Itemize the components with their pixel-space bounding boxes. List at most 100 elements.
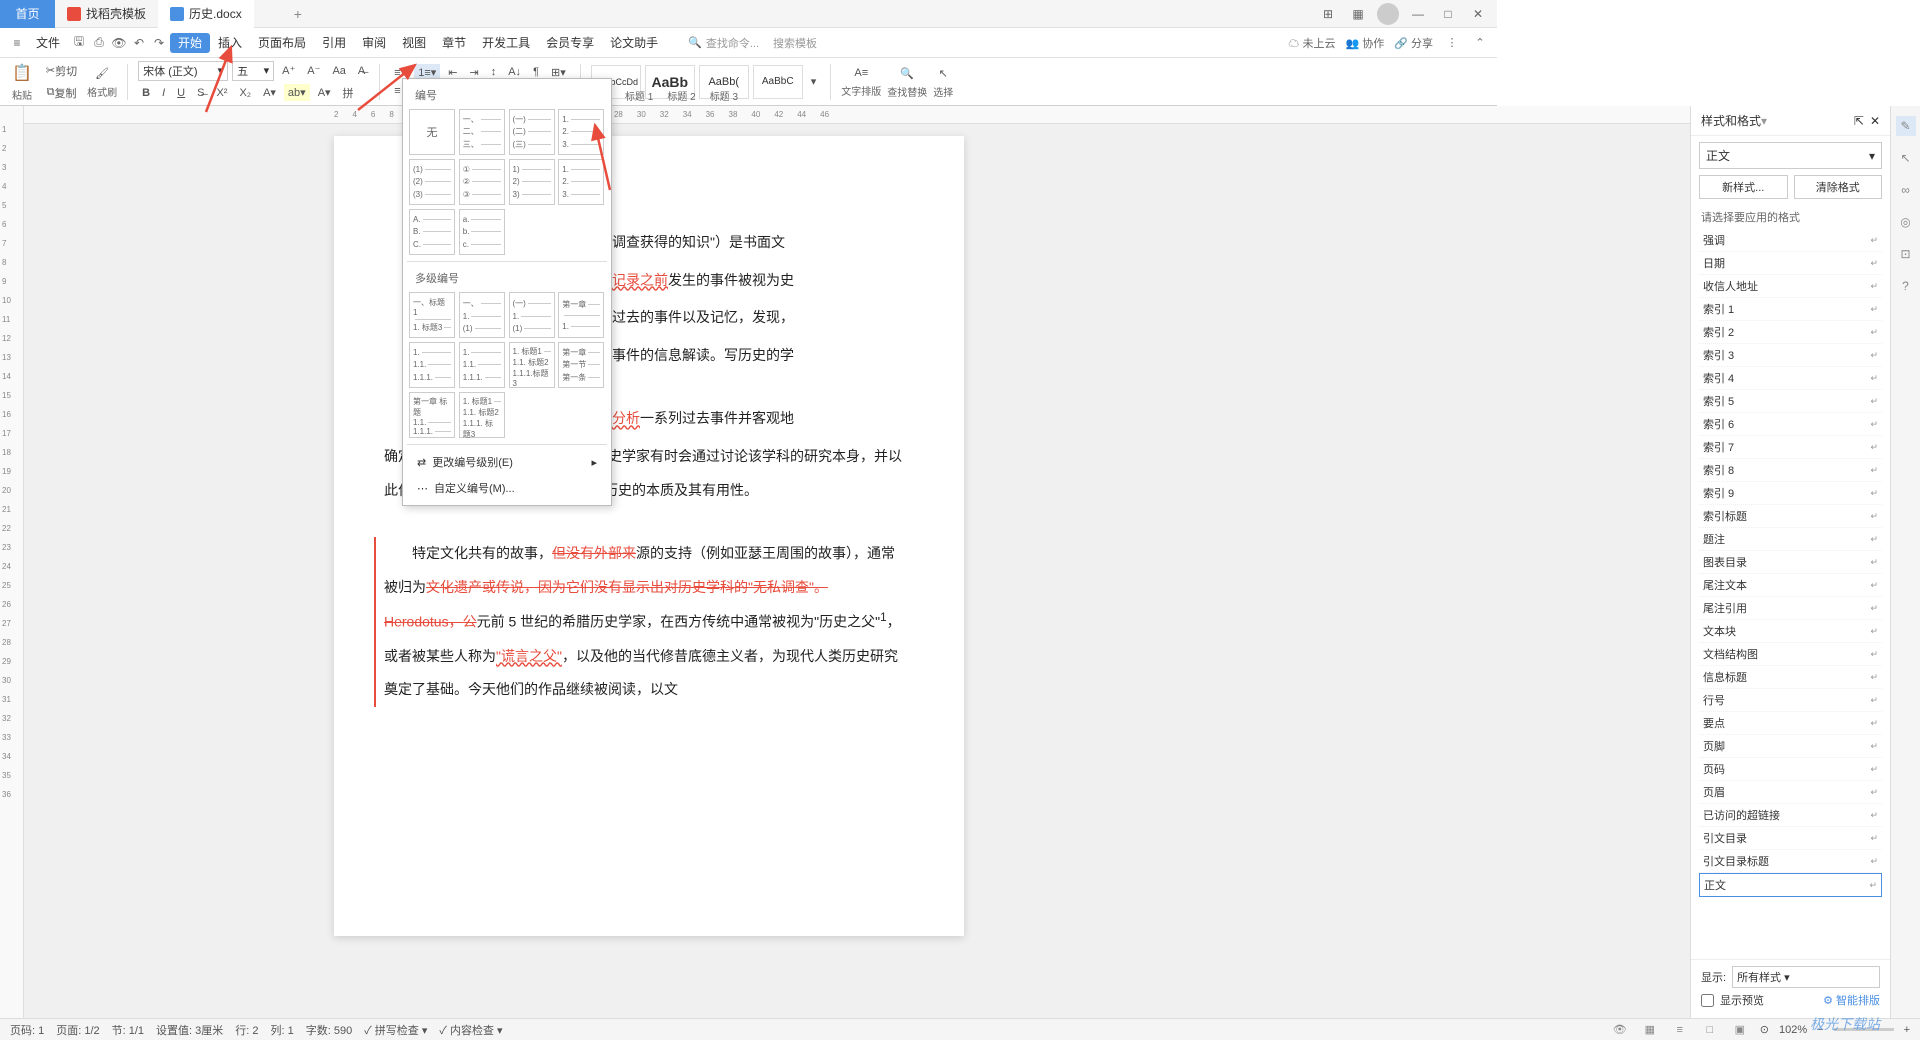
style-item[interactable]: 索引标题↵ xyxy=(1699,505,1882,528)
menu-开始[interactable]: 开始 xyxy=(170,33,210,53)
numbering-preset[interactable]: 1.2.3. xyxy=(558,109,604,155)
numbering-preset[interactable]: 第一章1. xyxy=(558,292,604,338)
status-content[interactable]: ✓ 内容检查 ▾ xyxy=(439,1022,502,1038)
style-item[interactable]: 已访问的超链接↵ xyxy=(1699,804,1882,827)
style-item[interactable]: 引文目录↵ xyxy=(1699,827,1882,850)
numbering-preset[interactable]: 第一章第一节第一条 xyxy=(558,342,604,388)
format-painter-button[interactable]: 🖌 xyxy=(91,65,113,82)
menu-页面布局[interactable]: 页面布局 xyxy=(250,33,314,53)
numbering-preset[interactable]: (1)(2)(3) xyxy=(409,159,455,205)
select-button[interactable]: ↖ xyxy=(935,65,952,82)
style-item[interactable]: 收信人地址↵ xyxy=(1699,275,1882,298)
font-effects-icon[interactable]: A▾ xyxy=(314,84,335,101)
numbering-preset[interactable]: 1. 标题11.1. 标题21.1.1. 标题3 xyxy=(459,392,505,438)
custom-numbering-item[interactable]: ⋯自定义编号(M)... xyxy=(407,475,607,501)
numbering-preset[interactable]: a.b.c. xyxy=(459,209,505,255)
status-spell[interactable]: ✓ 拼写检查 ▾ xyxy=(364,1022,427,1038)
pencil-icon[interactable]: ✎ xyxy=(1896,116,1916,136)
strike-icon[interactable]: S̶ xyxy=(193,85,208,101)
style-item[interactable]: 尾注文本↵ xyxy=(1699,574,1882,597)
status-section[interactable]: 节: 1/1 xyxy=(112,1022,144,1038)
tab-home[interactable]: 首页 xyxy=(0,0,55,28)
menu-开发工具[interactable]: 开发工具 xyxy=(474,33,538,53)
style-item[interactable]: 索引 3↵ xyxy=(1699,344,1882,367)
status-line[interactable]: 行: 2 xyxy=(235,1022,258,1038)
menu-视图[interactable]: 视图 xyxy=(394,33,434,53)
style-item[interactable]: 索引 8↵ xyxy=(1699,459,1882,482)
apps-icon[interactable]: ▦ xyxy=(1347,3,1369,25)
underline-icon[interactable]: U xyxy=(173,85,189,101)
location-icon[interactable]: ◎ xyxy=(1896,212,1916,232)
numbering-preset[interactable]: A.B.C. xyxy=(409,209,455,255)
style-item[interactable]: 索引 1↵ xyxy=(1699,298,1882,321)
subscript-icon[interactable]: X₂ xyxy=(235,85,255,101)
zoom-out-icon[interactable]: − xyxy=(1817,1024,1823,1036)
grow-font-icon[interactable]: A⁺ xyxy=(278,62,299,79)
numbering-preset[interactable]: 1.1.1.1.1.1. xyxy=(459,342,505,388)
zoom-slider[interactable] xyxy=(1834,1028,1894,1031)
menu-会员专享[interactable]: 会员专享 xyxy=(538,33,602,53)
more-icon[interactable]: ⋮ xyxy=(1443,34,1461,52)
close-button[interactable]: ✕ xyxy=(1467,3,1489,25)
style-item[interactable]: 索引 2↵ xyxy=(1699,321,1882,344)
menu-file[interactable]: 文件 xyxy=(28,31,68,54)
style-item[interactable]: 索引 4↵ xyxy=(1699,367,1882,390)
pinyin-icon[interactable]: 拼 xyxy=(339,83,358,103)
print-icon[interactable]: ⎙ xyxy=(90,34,108,52)
style-more-icon[interactable]: ▾ xyxy=(807,73,821,90)
cursor-icon[interactable]: ↖ xyxy=(1896,148,1916,168)
style-item[interactable]: 索引 6↵ xyxy=(1699,413,1882,436)
cut-button[interactable]: ✂ 剪切 xyxy=(42,61,81,81)
view2-icon[interactable]: ≡ xyxy=(1670,1020,1690,1040)
undo-icon[interactable]: ↶ xyxy=(130,34,148,52)
status-setvalue[interactable]: 设置值: 3厘米 xyxy=(156,1022,223,1038)
change-level-item[interactable]: ⇄更改编号级别(E)▸ xyxy=(407,449,607,475)
numbering-preset[interactable]: 一、二、三、 xyxy=(459,109,505,155)
view4-icon[interactable]: ▣ xyxy=(1730,1020,1750,1040)
numbering-none[interactable]: 无 xyxy=(409,109,455,155)
style-item[interactable]: 索引 9↵ xyxy=(1699,482,1882,505)
numbering-preset[interactable]: 1)2)3) xyxy=(509,159,555,205)
style-item[interactable]: 正文↵ xyxy=(1699,873,1882,897)
style-item[interactable]: 页眉↵ xyxy=(1699,781,1882,804)
style-item[interactable]: 尾注引用↵ xyxy=(1699,597,1882,620)
numbering-preset[interactable]: ①②③ xyxy=(459,159,505,205)
font-size-combo[interactable]: 五▾ xyxy=(232,61,274,81)
panel-close-icon[interactable]: ✕ xyxy=(1870,114,1880,128)
coop-button[interactable]: 👥 协作 xyxy=(1345,35,1384,51)
smart-layout-link[interactable]: ⚙ 智能排版 xyxy=(1823,992,1880,1008)
search-template[interactable]: 搜索模板 xyxy=(773,35,817,51)
text-layout-button[interactable]: A≡ xyxy=(850,65,872,81)
style-item[interactable]: 索引 5↵ xyxy=(1699,390,1882,413)
clear-format-button[interactable]: 清除格式 xyxy=(1794,175,1883,199)
menu-审阅[interactable]: 审阅 xyxy=(354,33,394,53)
numbering-preset[interactable]: 1.2.3. xyxy=(558,159,604,205)
numbering-preset[interactable]: (一)(二)(三) xyxy=(509,109,555,155)
expand-icon[interactable]: ⌃ xyxy=(1471,34,1489,52)
numbering-preset[interactable]: 一、标题11. 标题3 xyxy=(409,292,455,338)
user-avatar[interactable] xyxy=(1377,3,1399,25)
style-h3[interactable]: AaBbC xyxy=(753,65,803,99)
tab-template[interactable]: 找稻壳模板 xyxy=(55,0,158,28)
view1-icon[interactable]: ▦ xyxy=(1640,1020,1660,1040)
style-item[interactable]: 页码↵ xyxy=(1699,758,1882,781)
zoom-in-icon[interactable]: + xyxy=(1904,1024,1910,1036)
style-item[interactable]: 行号↵ xyxy=(1699,689,1882,712)
style-item[interactable]: 强调↵ xyxy=(1699,229,1882,252)
clear-format-icon[interactable]: A̶ xyxy=(354,63,369,79)
numbering-preset[interactable]: 一、1.(1) xyxy=(459,292,505,338)
font-name-combo[interactable]: 宋体 (正文)▾ xyxy=(138,61,228,81)
current-style-select[interactable]: 正文▾ xyxy=(1699,142,1882,169)
bold-icon[interactable]: B xyxy=(138,85,154,101)
style-item[interactable]: 页脚↵ xyxy=(1699,735,1882,758)
preview-icon[interactable]: 👁 xyxy=(110,34,128,52)
numbering-preset[interactable]: 第一章 标题1.1.1.1.1. xyxy=(409,392,455,438)
layout-icon[interactable]: ⊞ xyxy=(1317,3,1339,25)
style-item[interactable]: 引文目录标题↵ xyxy=(1699,850,1882,873)
style-item[interactable]: 要点↵ xyxy=(1699,712,1882,735)
panel-pin-icon[interactable]: ⇱ xyxy=(1854,114,1864,128)
zoom-value[interactable]: 102% xyxy=(1779,1024,1807,1036)
preview-checkbox[interactable] xyxy=(1701,994,1714,1007)
screen-icon[interactable]: ⊡ xyxy=(1896,244,1916,264)
maximize-button[interactable]: □ xyxy=(1437,3,1459,25)
